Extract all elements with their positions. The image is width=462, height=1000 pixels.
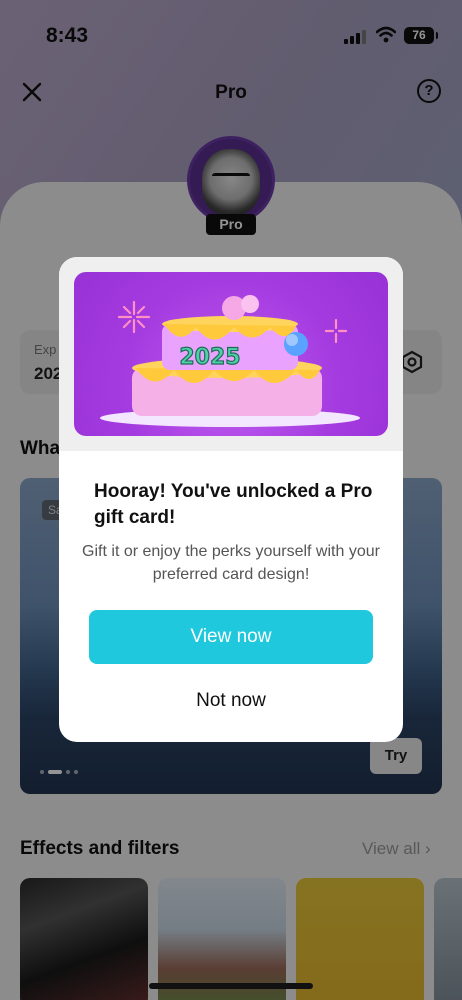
gift-card-modal: 2025 Hooray! You've unlocked a Pro gift … — [59, 257, 403, 742]
cake-year-text: 2025 — [179, 345, 240, 370]
home-indicator[interactable] — [149, 983, 313, 989]
birthday-cake-icon: 2025 — [100, 295, 360, 427]
not-now-button[interactable]: Not now — [89, 679, 373, 723]
cake-illustration: 2025 — [74, 272, 388, 436]
view-now-button[interactable]: View now — [89, 610, 373, 664]
modal-message: Gift it or enjoy the perks yourself with… — [82, 543, 380, 583]
modal-title: Hooray! You've unlocked a Pro gift card! — [94, 481, 373, 528]
